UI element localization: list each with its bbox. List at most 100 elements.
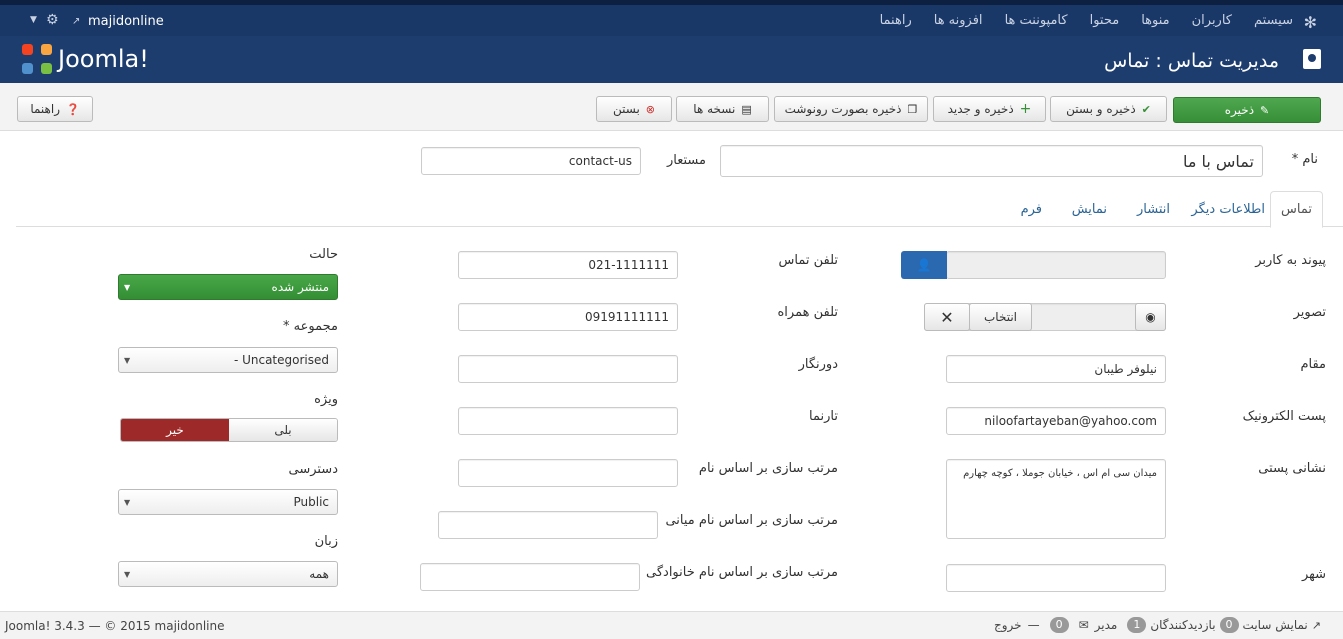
alias-label: مستعار xyxy=(667,153,706,168)
eye-icon: ◉ xyxy=(1145,310,1156,324)
visitors-label: بازدیدکنندگان xyxy=(1150,618,1216,632)
name-input[interactable]: تماس با ما xyxy=(720,145,1263,177)
admins-label: مدیر xyxy=(1094,618,1118,632)
sortname1-label: مرتب سازی بر اساس نام xyxy=(698,461,838,476)
sortname3-input[interactable] xyxy=(420,563,640,591)
fax-label: دورنگار xyxy=(798,357,838,372)
phone-input[interactable]: 021-1111111 xyxy=(458,251,678,279)
sortname1-input[interactable] xyxy=(458,459,678,487)
edit-icon: ✎ xyxy=(1260,103,1270,117)
mobile-label: تلفن همراه xyxy=(777,305,839,320)
access-select[interactable]: ▼ Public xyxy=(118,489,338,515)
tab-display[interactable]: نمایش xyxy=(1072,202,1107,217)
language-select[interactable]: ▼ همه xyxy=(118,561,338,587)
clear-image-button[interactable]: ✕ xyxy=(924,303,970,331)
link-user-label: پیوند به کاربر xyxy=(1255,253,1326,268)
save-copy-button[interactable]: ❐ ذخیره بصورت رونوشت xyxy=(774,96,928,122)
phone-label: تلفن تماس xyxy=(778,253,839,268)
featured-no-button[interactable]: خیر xyxy=(121,419,229,441)
category-select[interactable]: ▼ - Uncategorised xyxy=(118,347,338,373)
visitors-badge: 0 xyxy=(1219,617,1239,633)
email-input[interactable]: niloofartayeban@yahoo.com xyxy=(946,407,1166,435)
joomla-icon[interactable]: ✻ xyxy=(1304,13,1317,32)
chevron-down-icon: ▼ xyxy=(124,283,131,292)
chevron-down-icon: ▼ xyxy=(124,570,131,579)
joomla-logo-text: Joomla! xyxy=(58,45,149,73)
save-button[interactable]: ✎ ذخیره xyxy=(1173,97,1321,123)
menu-components[interactable]: کامپوننت ها xyxy=(1005,13,1068,28)
fax-input[interactable] xyxy=(458,355,678,383)
website-input[interactable] xyxy=(458,407,678,435)
gear-icon[interactable]: ⚙ xyxy=(46,12,59,28)
tab-misc-info[interactable]: اطلاعات دیگر xyxy=(1191,202,1265,217)
menu-extensions[interactable]: افزونه ها xyxy=(934,13,983,28)
chevron-down-icon: ▼ xyxy=(124,356,131,365)
featured-yes-button[interactable]: بلی xyxy=(229,419,337,441)
mobile-input[interactable]: 09191111111 xyxy=(458,303,678,331)
city-input[interactable] xyxy=(946,564,1166,592)
mail-icon: ✉ xyxy=(1078,618,1089,632)
status-select[interactable]: ▼ منتشر شده xyxy=(118,274,338,300)
category-label: مجموعه * xyxy=(283,319,338,334)
status-label: حالت xyxy=(309,247,338,262)
copy-icon: ❐ xyxy=(907,102,918,116)
address-label: نشانی پستی xyxy=(1258,461,1326,476)
main-menu: سیستم کاربران منوها محتوا کامپوننت ها اف… xyxy=(858,13,1293,28)
close-icon: ✕ xyxy=(940,307,954,327)
alias-input[interactable]: contact-us xyxy=(421,147,641,175)
tab-form[interactable]: فرم xyxy=(1021,202,1042,217)
save-new-button[interactable]: + ذخیره و جدید xyxy=(933,96,1046,122)
external-link-icon: ↗ xyxy=(72,16,81,27)
versions-button[interactable]: ▤ نسخه ها xyxy=(676,96,769,122)
archive-icon: ▤ xyxy=(741,102,752,116)
close-button[interactable]: ⊗ بستن xyxy=(596,96,672,122)
position-label: مقام xyxy=(1300,357,1326,372)
save-close-button[interactable]: ✔ ذخیره و بستن xyxy=(1050,96,1167,122)
messages-badge[interactable]: 0 xyxy=(1049,617,1069,633)
page-title: مدیریت تماس : تماس xyxy=(1104,50,1279,72)
preview-button[interactable]: ◉ xyxy=(1135,303,1166,331)
menu-system[interactable]: سیستم xyxy=(1254,13,1293,28)
question-icon: ❓ xyxy=(65,102,80,116)
image-select-button[interactable]: انتخاب xyxy=(969,303,1032,331)
help-button[interactable]: ❓ راهنما xyxy=(17,96,93,122)
image-label: تصویر xyxy=(1293,305,1326,320)
joomla-logo-icon xyxy=(22,44,52,74)
copyright-text: Joomla! 3.4.3 — © 2015 majidonline xyxy=(5,619,225,633)
email-label: پست الکترونیک xyxy=(1242,409,1326,424)
minus-icon: — xyxy=(1027,618,1040,632)
view-site-link[interactable]: نمایش سایت xyxy=(1243,618,1308,632)
contact-icon xyxy=(1303,49,1321,69)
menu-content[interactable]: محتوا xyxy=(1090,13,1120,28)
access-label: دسترسی xyxy=(288,462,338,477)
name-label: نام * xyxy=(1291,152,1318,167)
sortname2-input[interactable] xyxy=(438,511,658,539)
external-link-icon: ↗ xyxy=(1311,618,1321,632)
tab-contact[interactable]: تماس xyxy=(1270,191,1323,228)
joomla-logo: Joomla! xyxy=(22,42,149,76)
chevron-down-icon: ▼ xyxy=(124,498,131,507)
language-label: زبان xyxy=(314,534,338,549)
status-bar: Joomla! 3.4.3 — © 2015 majidonline ↗ نما… xyxy=(0,611,1343,639)
form-tabs: تماس اطلاعات دیگر انتشار نمایش فرم xyxy=(16,191,1343,228)
admin-topbar: ▼ ⚙ ↗ majidonline سیستم کاربران منوها مح… xyxy=(0,0,1343,36)
tab-publishing[interactable]: انتشار xyxy=(1137,202,1170,217)
user-icon: 👤 xyxy=(916,258,932,272)
position-input[interactable]: نیلوفر طیبان xyxy=(946,355,1166,383)
admins-badge: 1 xyxy=(1127,617,1147,633)
select-user-button[interactable]: 👤 xyxy=(901,251,947,279)
caret-down-icon[interactable]: ▼ xyxy=(30,15,37,25)
status-items: ↗ نمایش سایت 0 بازدیدکنندگان 1 مدیر ✉ 0 … xyxy=(994,617,1321,633)
menu-users[interactable]: کاربران xyxy=(1192,13,1232,28)
menu-help[interactable]: راهنما xyxy=(880,13,912,28)
address-textarea[interactable]: میدان سی ام اس ، خیابان جوملا ، کوچه چها… xyxy=(946,459,1166,539)
page-header: Joomla! مدیریت تماس : تماس xyxy=(0,36,1343,83)
link-user-field[interactable] xyxy=(946,251,1166,279)
site-link[interactable]: majidonline xyxy=(88,14,164,29)
featured-label: ویژه xyxy=(314,392,338,407)
contact-form: نام * تماس با ما مستعار contact-us تماس … xyxy=(0,131,1343,611)
sortname2-label: مرتب سازی بر اساس نام میانی xyxy=(665,513,838,528)
plus-icon: + xyxy=(1019,101,1032,117)
logout-link[interactable]: خروج xyxy=(994,618,1022,632)
menu-menus[interactable]: منوها xyxy=(1141,13,1169,28)
